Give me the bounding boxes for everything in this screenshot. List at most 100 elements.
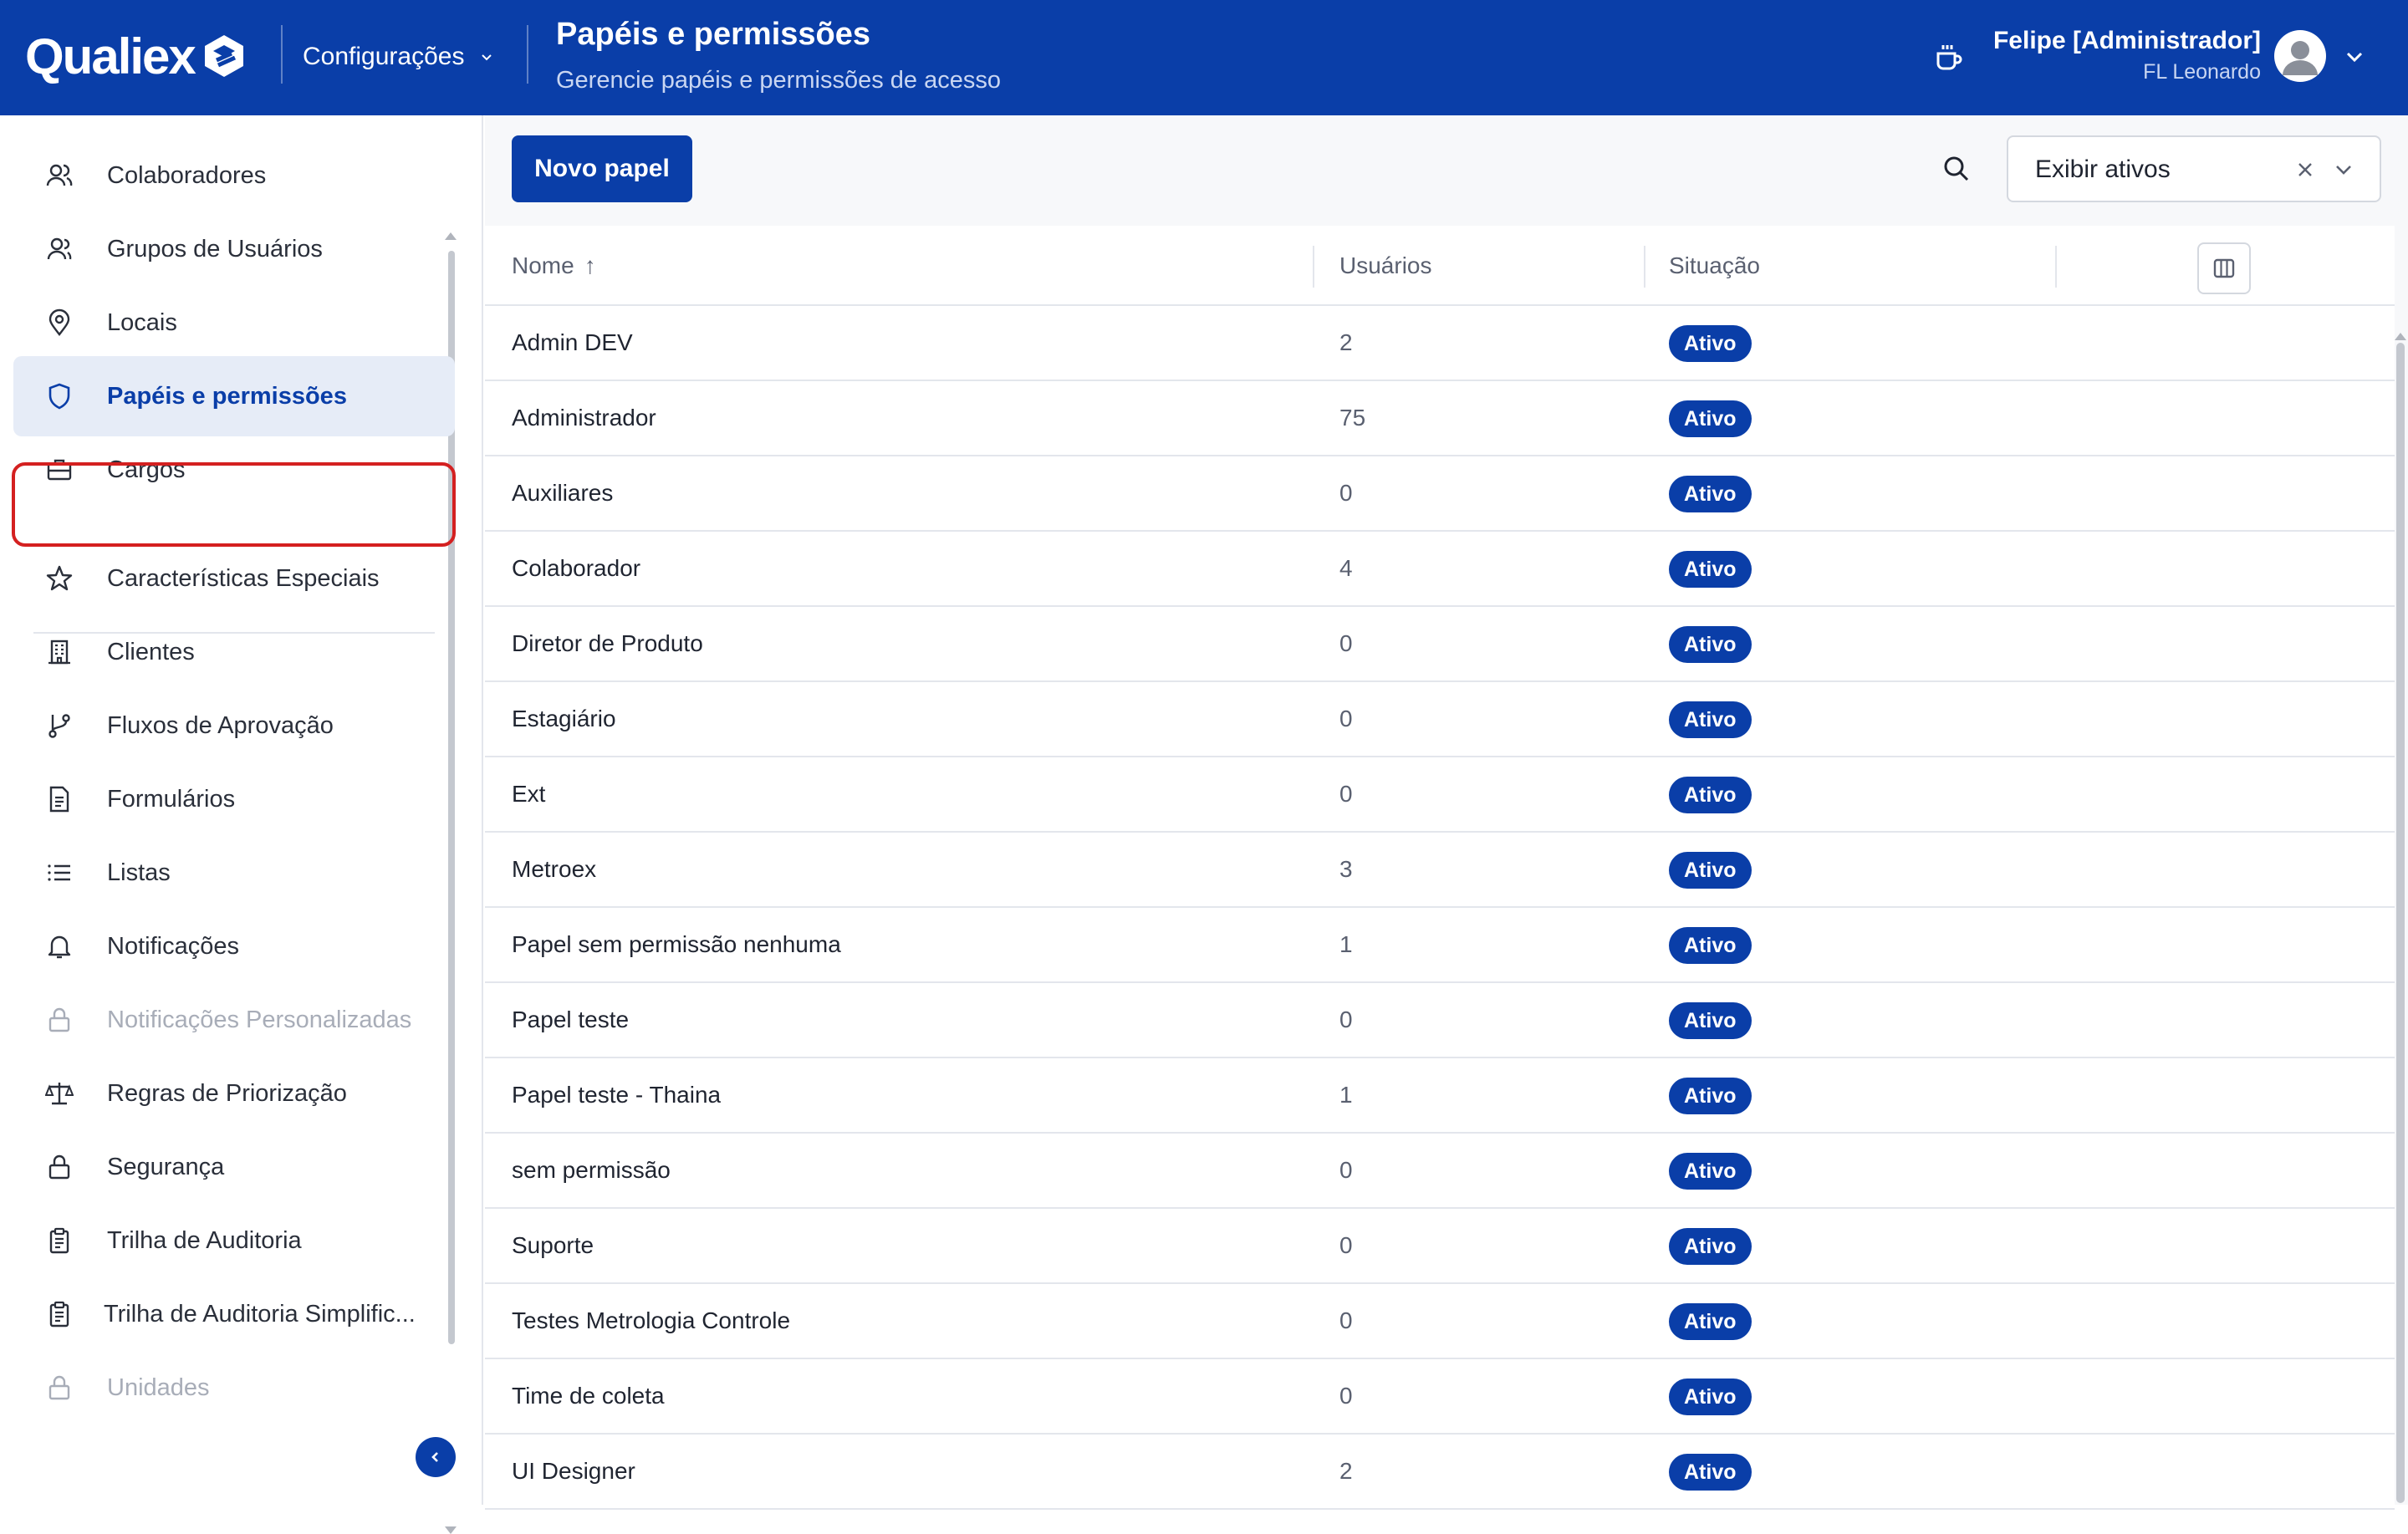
sidebar-item-label: Trilha de Auditoria Simplific...	[104, 1300, 416, 1328]
column-resizer[interactable]	[2055, 246, 2057, 288]
sidebar-item-locais[interactable]: Locais	[13, 283, 455, 363]
users-count: 75	[1339, 405, 1366, 431]
sidebar-item-colaboradores[interactable]: Colaboradores	[13, 135, 455, 216]
search-icon[interactable]	[1941, 154, 1972, 184]
map-pin-icon	[48, 308, 70, 336]
collapse-sidebar-button[interactable]	[416, 1437, 456, 1477]
column-resizer[interactable]	[1644, 246, 1645, 288]
lock-icon	[48, 1375, 70, 1400]
clipboard-icon	[49, 1301, 69, 1328]
avatar[interactable]	[2274, 30, 2326, 82]
column-header-nome[interactable]: Nome ↑	[512, 252, 596, 279]
users-count: 0	[1339, 1232, 1353, 1258]
sidebar-item-grupos-de-usuarios[interactable]: Grupos de Usuários	[13, 209, 455, 289]
table-scrollbar[interactable]	[2396, 343, 2405, 1503]
table-row[interactable]: Time de coleta 0 Ativo	[485, 1359, 2395, 1435]
header-divider	[281, 25, 283, 84]
sidebar-item-seguranca[interactable]: Segurança	[13, 1127, 455, 1207]
sidebar-item-notificacoes[interactable]: Notificações	[13, 906, 455, 986]
role-name: Administrador	[512, 405, 656, 431]
chevron-down-icon[interactable]	[2329, 155, 2358, 184]
bell-icon	[48, 935, 71, 959]
column-header-usuarios[interactable]: Usuários	[1339, 252, 1431, 279]
user-group-icon	[47, 237, 72, 260]
role-name: Suporte	[512, 1232, 594, 1258]
sidebar-item-caracteristicas-especiais[interactable]: Características Especiais	[13, 538, 455, 619]
section-switcher[interactable]: Configurações	[303, 33, 494, 80]
table-row[interactable]: Estagiário 0 Ativo	[485, 682, 2395, 757]
table-row[interactable]: Colaborador 4 Ativo	[485, 532, 2395, 607]
column-header-situacao[interactable]: Situação	[1669, 252, 1760, 279]
new-role-button[interactable]: Novo papel	[512, 135, 692, 202]
user-name[interactable]: Felipe [Administrador]	[1993, 27, 2261, 55]
status-badge: Ativo	[1669, 1379, 1752, 1415]
columns-settings-button[interactable]	[2197, 242, 2251, 294]
sidebar-item-regras-de-priorizacao[interactable]: Regras de Priorização	[13, 1053, 455, 1134]
chevron-left-icon	[431, 1452, 438, 1462]
page-subtitle: Gerencie papéis e permissões de acesso	[556, 67, 1001, 94]
table-row[interactable]: Papel teste - Thaina 1 Ativo	[485, 1058, 2395, 1134]
sidebar-item-label: Segurança	[107, 1153, 225, 1180]
shield-icon	[48, 383, 70, 410]
chevron-down-icon	[482, 54, 492, 61]
scroll-up-arrow[interactable]	[2395, 333, 2406, 340]
table-row[interactable]: UI Designer 2 Ativo	[485, 1435, 2395, 1510]
sidebar-item-label: Listas	[107, 859, 171, 886]
sidebar-item-label: Formulários	[107, 785, 236, 813]
status-badge: Ativo	[1669, 551, 1752, 588]
sidebar-item-papeis-e-permissoes[interactable]: Papéis e permissões	[13, 356, 455, 436]
sidebar-item-trilha-de-auditoria[interactable]: Trilha de Auditoria	[13, 1200, 455, 1281]
columns-icon	[2213, 258, 2235, 278]
sidebar-item-label: Colaboradores	[107, 161, 267, 189]
qualiex-logo[interactable]: Qualiex	[25, 28, 248, 84]
status-badge: Ativo	[1669, 777, 1752, 813]
table-row[interactable]: Admin DEV 2 Ativo	[485, 306, 2395, 381]
sidebar-item-clientes[interactable]: Clientes	[13, 612, 455, 692]
clear-icon[interactable]	[2293, 157, 2318, 182]
table-row[interactable]: Ext 0 Ativo	[485, 757, 2395, 833]
table-row[interactable]: Testes Metrologia Controle 0 Ativo	[485, 1284, 2395, 1359]
sidebar-item-label: Fluxos de Aprovação	[107, 711, 334, 739]
clipboard-icon	[49, 1227, 69, 1254]
users-count: 0	[1339, 1157, 1353, 1183]
users-count: 1	[1339, 1082, 1353, 1108]
users-count: 0	[1339, 1307, 1353, 1333]
lock-icon	[48, 1007, 70, 1032]
selection-highlight	[12, 462, 456, 547]
table-row[interactable]: sem permissão 0 Ativo	[485, 1134, 2395, 1209]
chevron-down-icon[interactable]	[2341, 43, 2368, 70]
column-resizer[interactable]	[1313, 246, 1314, 288]
role-name: Diretor de Produto	[512, 630, 703, 656]
sidebar-item-fluxos-de-aprovacao[interactable]: Fluxos de Aprovação	[13, 685, 455, 766]
users-icon	[46, 164, 73, 186]
table-header: Nome ↑ Usuários Situação	[485, 226, 2395, 306]
sidebar-item-formularios[interactable]: Formulários	[13, 759, 455, 839]
table-row[interactable]: Papel teste 0 Ativo	[485, 983, 2395, 1058]
role-name: Time de coleta	[512, 1383, 665, 1409]
table-row[interactable]: Metroex 3 Ativo	[485, 833, 2395, 908]
role-name: Papel teste	[512, 1007, 630, 1032]
sidebar-item-trilha-de-auditoria-simplificada[interactable]: Trilha de Auditoria Simplific...	[13, 1274, 455, 1354]
table-row[interactable]: Administrador 75 Ativo	[485, 381, 2395, 456]
status-badge: Ativo	[1669, 1078, 1752, 1114]
table-row[interactable]: Suporte 0 Ativo	[485, 1209, 2395, 1284]
status-badge: Ativo	[1669, 927, 1752, 964]
table-row[interactable]: Papel sem permissão nenhuma 1 Ativo	[485, 908, 2395, 983]
users-count: 3	[1339, 856, 1353, 882]
users-count: 0	[1339, 1383, 1353, 1409]
table-row[interactable]: Diretor de Produto 0 Ativo	[485, 607, 2395, 682]
coffee-icon[interactable]	[1931, 40, 1965, 74]
role-name: Admin DEV	[512, 329, 633, 355]
status-filter-select[interactable]: Exibir ativos	[2007, 135, 2381, 202]
status-badge: Ativo	[1669, 325, 1752, 362]
users-count: 0	[1339, 480, 1353, 506]
table-row[interactable]: Auxiliares 0 Ativo	[485, 456, 2395, 532]
star-icon	[46, 565, 73, 591]
sidebar-item-listas[interactable]: Listas	[13, 833, 455, 913]
sidebar-item-label: Regras de Priorização	[107, 1079, 347, 1107]
sidebar-item-label: Notificações Personalizadas	[107, 1006, 412, 1033]
users-count: 0	[1339, 1007, 1353, 1032]
scroll-down-arrow[interactable]	[445, 1526, 457, 1534]
users-count: 0	[1339, 781, 1353, 807]
status-badge: Ativo	[1669, 1303, 1752, 1340]
